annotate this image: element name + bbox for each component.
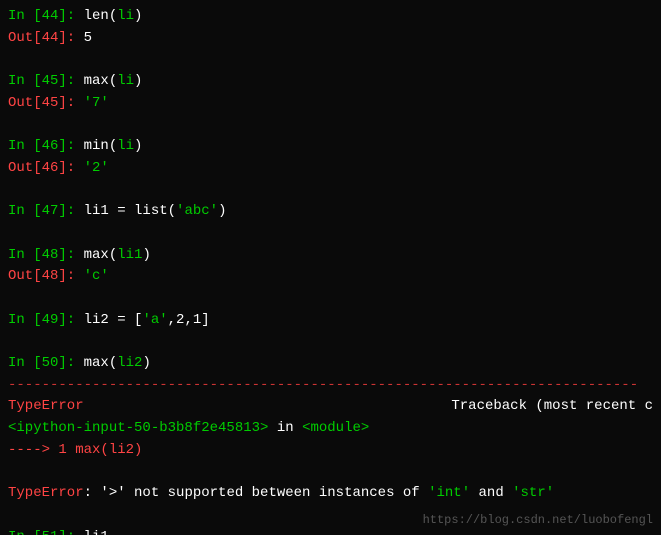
blank-5 — [8, 288, 653, 310]
error-type-label: TypeError — [8, 396, 361, 418]
blank-7 — [8, 461, 653, 483]
watermark: https://blog.csdn.net/luobofengl — [423, 513, 653, 527]
line-in-47: In [47]: li1 = list('abc') — [8, 201, 653, 223]
blank-6 — [8, 331, 653, 353]
blank-3 — [8, 180, 653, 202]
blank-4 — [8, 223, 653, 245]
dashed-separator: ----------------------------------------… — [8, 375, 653, 397]
terminal-window: In [44]: len(li) Out[44]: 5 In [45]: max… — [0, 0, 661, 535]
line-in-46: In [46]: min(li) — [8, 136, 653, 158]
error-arrow-line: ----> 1 max(li2) — [8, 440, 653, 462]
line-in-44: In [44]: len(li) — [8, 6, 653, 28]
line-in-51: In [51]: li1 — [8, 527, 653, 535]
blank-1 — [8, 49, 653, 71]
error-header-line: TypeError Traceback (most recent c — [8, 396, 653, 418]
line-out-45: Out[45]: '7' — [8, 93, 653, 115]
line-out-44: Out[44]: 5 — [8, 28, 653, 50]
error-message-line: TypeError: '>' not supported between ins… — [8, 483, 653, 505]
line-in-48: In [48]: max(li1) — [8, 245, 653, 267]
line-out-48: Out[48]: 'c' — [8, 266, 653, 288]
line-out-46: Out[46]: '2' — [8, 158, 653, 180]
prompt-44: In [44]: — [8, 8, 75, 24]
blank-2 — [8, 114, 653, 136]
traceback-label: Traceback (most recent c — [451, 396, 653, 418]
error-file-line: <ipython-input-50-b3b8f2e45813> in <modu… — [8, 418, 653, 440]
line-in-49: In [49]: li2 = ['a',2,1] — [8, 310, 653, 332]
line-in-45: In [45]: max(li) — [8, 71, 653, 93]
line-in-50: In [50]: max(li2) — [8, 353, 653, 375]
